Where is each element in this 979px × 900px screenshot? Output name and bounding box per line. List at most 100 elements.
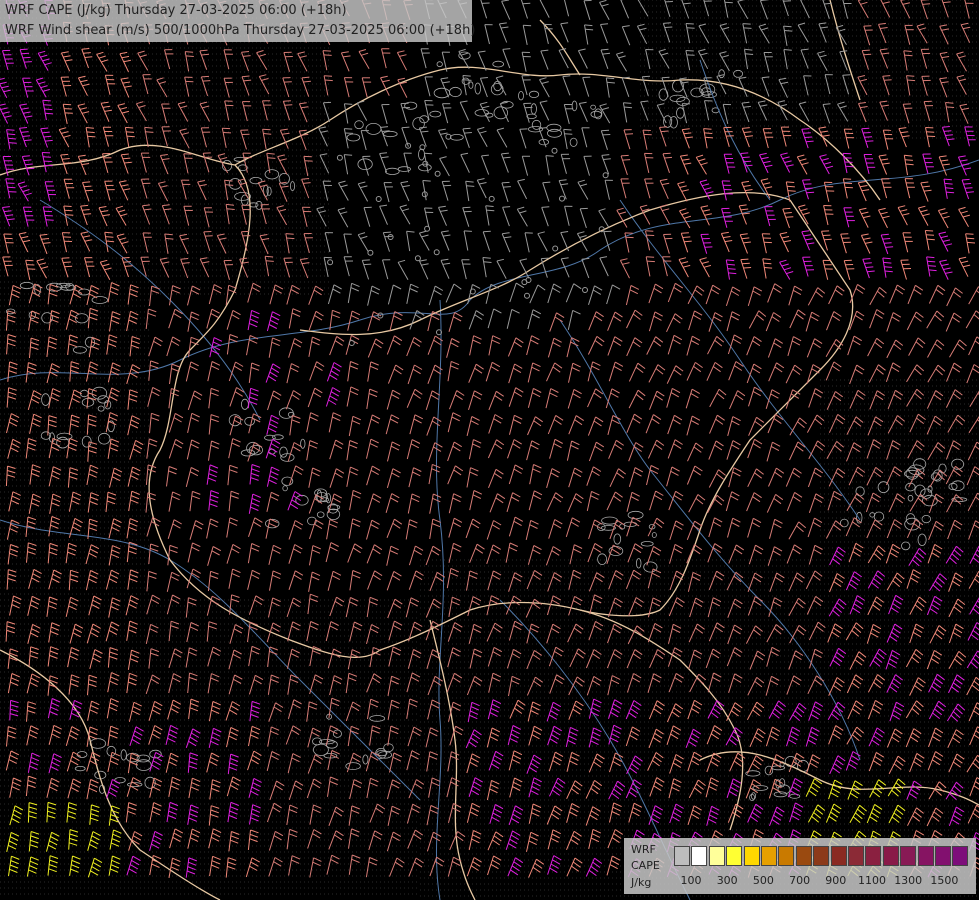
wind-barb-flag	[784, 30, 793, 32]
wind-barb-flag	[383, 231, 391, 234]
wind-barb-flag	[622, 76, 630, 79]
wind-barb-flag	[124, 265, 133, 267]
wind-barb-flag	[44, 108, 53, 111]
wind-barb-flag	[21, 52, 30, 55]
wind-barb-flag	[743, 27, 752, 29]
wind-barb-flag	[945, 102, 954, 104]
wind-barb-flag	[740, 258, 749, 261]
wind-barb-flag	[545, 155, 554, 157]
wind-barb-flag	[322, 50, 331, 52]
wind-barb-flag	[881, 233, 889, 236]
wind-barb-flag	[324, 79, 333, 82]
wind-barb-flag	[87, 135, 96, 138]
wind-barb-flag	[542, 181, 551, 184]
wind-barb-flag	[382, 130, 390, 132]
wind-barb-flag	[804, 136, 813, 138]
wind-barb-flag	[662, 152, 671, 155]
wind-barb-flag	[82, 209, 90, 211]
wind-barb-flag	[362, 259, 370, 261]
wind-barb-flag	[63, 162, 72, 164]
wind-barb-flag	[541, 257, 549, 260]
wind-barb-flag	[646, 260, 655, 263]
wind-barb-flag	[742, 156, 750, 159]
wind-barb-flag	[61, 257, 70, 259]
wind-barb-flag	[83, 213, 92, 215]
wind-barb-flag	[80, 204, 89, 207]
wind-barb-flag	[265, 255, 274, 258]
wind-barb-flag	[145, 131, 154, 133]
wind-barb-flag	[966, 237, 975, 240]
wind-barb-flag	[165, 237, 174, 240]
wind-barb-flag	[903, 50, 912, 52]
wind-barb-flag	[23, 159, 32, 162]
wind-barb-flag	[944, 182, 953, 185]
wind-barb-flag	[121, 257, 130, 259]
wind-barb-flag	[502, 206, 511, 208]
wind-barb-flag	[6, 129, 15, 131]
wind-barb-flag	[967, 241, 976, 244]
wind-barb-flag	[926, 234, 935, 236]
wind-barb-flag	[541, 206, 550, 208]
wind-barb-flag	[904, 159, 913, 161]
wind-barb-flag	[283, 100, 291, 102]
wind-barb-flag	[726, 259, 735, 262]
wind-barb-flag	[482, 257, 491, 259]
wind-barb-flag	[762, 258, 771, 260]
wind-barb-flag	[22, 56, 31, 59]
wind-barb-flag	[464, 132, 472, 134]
wind-barb-flag	[19, 127, 28, 129]
wind-barb-flag	[783, 0, 792, 2]
wind-barb-flag	[522, 2, 531, 5]
wind-barb-flag	[121, 153, 129, 156]
wind-barb-flag	[946, 106, 955, 108]
wind-barb-flag	[685, 50, 694, 52]
wind-barb-flag	[45, 112, 54, 115]
wind-barb-flag	[805, 140, 814, 143]
wind-barb-flag	[344, 154, 353, 156]
wind-barb-flag	[263, 133, 272, 135]
wind-barb-flag	[784, 212, 792, 214]
wind-barb-flag	[60, 153, 69, 156]
wind-barb-flag	[564, 133, 573, 135]
map-canvas	[0, 0, 979, 900]
wind-barb-flag	[884, 242, 892, 244]
wind-barb-flag	[42, 99, 51, 102]
wind-barb-flag	[925, 230, 934, 232]
wind-barb-flag	[466, 185, 475, 187]
wind-barb-flag	[8, 142, 17, 144]
wind-barb-flag	[344, 128, 353, 130]
wind-barb-flag	[744, 164, 753, 167]
wind-barb-flag	[241, 75, 250, 78]
wind-barb-flag	[284, 104, 293, 106]
wind-barb-flag	[7, 133, 16, 136]
wind-barb-flag	[724, 1, 733, 4]
wind-barb-flag	[202, 80, 211, 82]
wind-barb-flag	[265, 260, 274, 262]
wind-barb-flag	[486, 209, 495, 212]
wind-barb-flag	[865, 266, 874, 268]
wind-barb-flag	[86, 131, 95, 134]
wind-barb-flag	[867, 270, 875, 273]
wind-barb-flag	[126, 135, 135, 138]
wind-barb-flag	[424, 152, 433, 155]
wind-barb-flag	[783, 25, 792, 28]
wind-barb-flag	[122, 157, 131, 160]
wind-barb-flag	[926, 256, 935, 259]
wind-barb-flag	[81, 48, 90, 50]
wind-barb-flag	[864, 262, 872, 264]
wind-barb-flag	[464, 230, 472, 232]
wind-barb-flag	[201, 53, 210, 56]
wind-barb-flag	[963, 183, 972, 185]
wind-barb-flag	[661, 76, 670, 79]
wind-barb-flag	[82, 181, 91, 183]
wind-barb-flag	[904, 54, 913, 57]
wind-barb-flag	[865, 140, 874, 142]
wind-barb-flag	[684, 240, 692, 243]
wind-barb-flag	[646, 256, 655, 258]
wind-barb-flag	[622, 159, 631, 161]
wind-barb-flag	[885, 246, 894, 248]
wind-barb-flag	[907, 79, 916, 82]
wind-barb-flag	[22, 155, 30, 157]
wind-barb-flag	[882, 238, 891, 240]
wind-barb-flag	[703, 128, 712, 130]
